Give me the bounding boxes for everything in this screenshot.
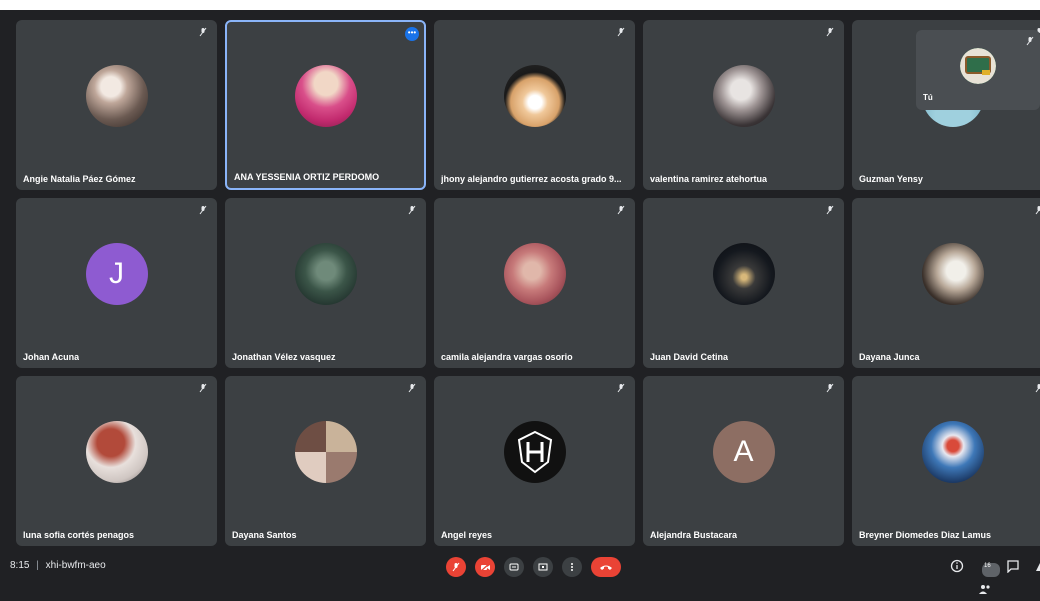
participant-name: Angel reyes [441,530,492,540]
participant-avatar [295,421,357,483]
participant-avatar [295,243,357,305]
mic-toggle-button[interactable] [446,557,466,577]
participant-name: Juan David Cetina [650,352,728,362]
participant-avatar [713,243,775,305]
people-icon [978,582,992,596]
participant-avatar: A [713,421,775,483]
participant-name: luna sofia cortés penagos [23,530,134,540]
call-controls [446,557,621,577]
people-button[interactable]: 16 [978,559,992,573]
participant-tile[interactable]: Dayana Santos [225,376,426,546]
participant-tile[interactable]: jhony alejandro gutierrez acosta grado 9… [434,20,635,190]
mic-off-icon [198,383,208,393]
participant-tile[interactable]: valentina ramirez atehortua [643,20,844,190]
meeting-code: xhi-bwfm-aeo [46,560,106,571]
avatar-letter: J [109,257,124,291]
present-icon [538,562,548,572]
mic-off-icon [451,562,461,572]
mic-off-icon [825,27,835,37]
participant-avatar [922,421,984,483]
self-name: Tú [923,93,933,102]
participant-avatar: J [86,243,148,305]
participant-name: Guzman Yensy [859,174,923,184]
participant-tile[interactable]: J Johan Acuna [16,198,217,368]
participant-name: valentina ramirez atehortua [650,174,767,184]
participant-name: Alejandra Bustacara [650,530,737,540]
participant-avatar [86,421,148,483]
mic-off-icon [616,27,626,37]
participant-tile-active[interactable]: ••• ANA YESSENIA ORTIZ PERDOMO [225,20,426,190]
participant-avatar [922,243,984,305]
participant-tile[interactable]: camila alejandra vargas osorio [434,198,635,368]
mic-off-icon [1034,383,1040,393]
present-button[interactable] [533,557,553,577]
participant-avatar [86,65,148,127]
mic-off-icon [1025,36,1035,46]
participant-name: Johan Acuna [23,352,79,362]
participant-name: jhony alejandro gutierrez acosta grado 9… [441,174,622,184]
activities-button[interactable] [1034,559,1040,573]
meeting-time: 8:15 [10,560,29,571]
shield-logo-icon [515,430,555,474]
mic-off-icon [198,205,208,215]
participant-name: Angie Natalia Páez Gómez [23,174,136,184]
meeting-info: 8:15 | xhi-bwfm-aeo [10,560,106,571]
participant-name: camila alejandra vargas osorio [441,352,573,362]
participant-tile[interactable]: Juan David Cetina [643,198,844,368]
participant-count-badge: 16 [982,563,1000,577]
mic-off-icon [407,205,417,215]
hangup-button[interactable] [591,557,621,577]
bottom-bar: 8:15 | xhi-bwfm-aeo 16 [0,556,1040,578]
chat-icon [1006,559,1020,573]
hangup-icon [599,563,613,571]
participant-name: Dayana Santos [232,530,297,540]
participant-tile[interactable]: Breyner Diomedes Diaz Lamus [852,376,1040,546]
participant-avatar [295,65,357,127]
participant-avatar [504,243,566,305]
info-icon [950,559,964,573]
mic-off-icon [407,383,417,393]
participant-tile[interactable]: Jonathan Vélez vasquez [225,198,426,368]
participant-tile[interactable]: luna sofia cortés penagos [16,376,217,546]
participant-tile[interactable]: Dayana Junca [852,198,1040,368]
separator: | [36,560,39,571]
camera-off-icon [480,562,491,572]
mic-off-icon [825,205,835,215]
self-avatar [960,48,996,84]
more-options-icon [567,562,577,572]
participant-grid: Angie Natalia Páez Gómez ••• ANA YESSENI… [16,20,1040,546]
participant-tile[interactable]: A Alejandra Bustacara [643,376,844,546]
mic-off-icon [825,383,835,393]
info-button[interactable] [950,559,964,573]
mic-off-icon [616,383,626,393]
window-top-bar [0,0,1040,10]
mic-off-icon [1034,205,1040,215]
participant-avatar [713,65,775,127]
participant-avatar [504,421,566,483]
camera-toggle-button[interactable] [475,557,495,577]
mic-off-icon [198,27,208,37]
activities-icon [1034,559,1040,573]
participant-name: Jonathan Vélez vasquez [232,352,336,362]
more-options-icon[interactable]: ••• [405,27,419,41]
participant-tile[interactable]: Angel reyes [434,376,635,546]
participant-name: ANA YESSENIA ORTIZ PERDOMO [234,172,379,182]
more-options-button[interactable] [562,557,582,577]
side-panel-buttons: 16 [950,559,1040,573]
participant-avatar [504,65,566,127]
captions-icon [509,562,519,572]
self-view[interactable]: Tú [916,30,1040,110]
captions-button[interactable] [504,557,524,577]
participant-tile[interactable]: Angie Natalia Páez Gómez [16,20,217,190]
participant-name: Breyner Diomedes Diaz Lamus [859,530,991,540]
chat-button[interactable] [1006,559,1020,573]
mic-off-icon [616,205,626,215]
chalkboard-icon [960,48,996,84]
avatar-letter: A [733,435,753,469]
participant-name: Dayana Junca [859,352,920,362]
